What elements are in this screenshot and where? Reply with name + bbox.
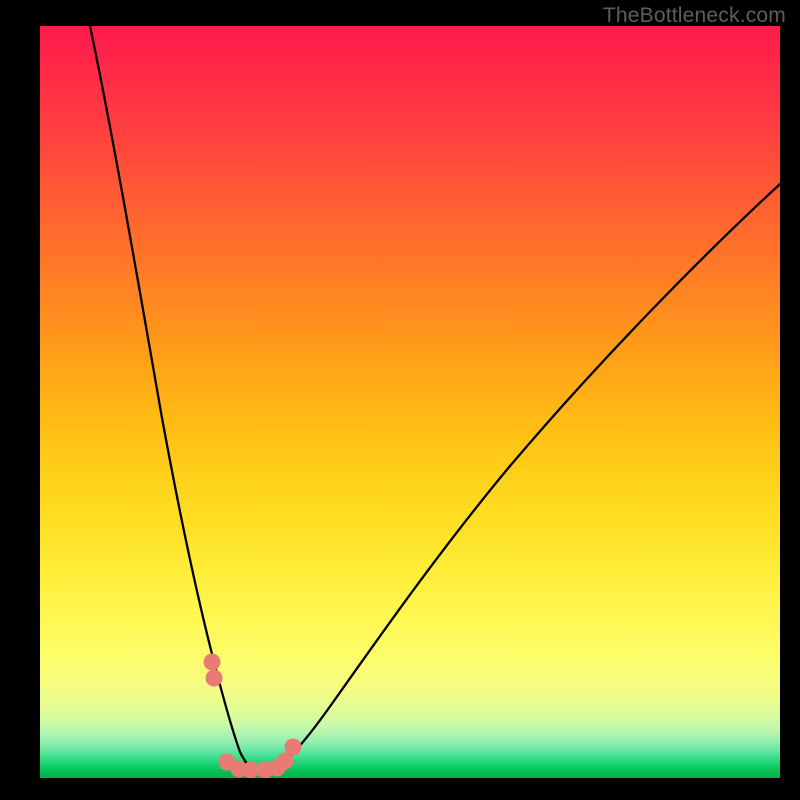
data-point	[204, 654, 221, 671]
curves-layer	[40, 26, 780, 778]
curve-right-branch	[272, 184, 780, 770]
data-point	[285, 739, 302, 756]
data-point	[206, 670, 223, 687]
curve-left-branch	[90, 26, 254, 770]
plot-area	[40, 26, 780, 778]
chart-frame: TheBottleneck.com	[0, 0, 800, 800]
watermark-text: TheBottleneck.com	[603, 4, 786, 28]
